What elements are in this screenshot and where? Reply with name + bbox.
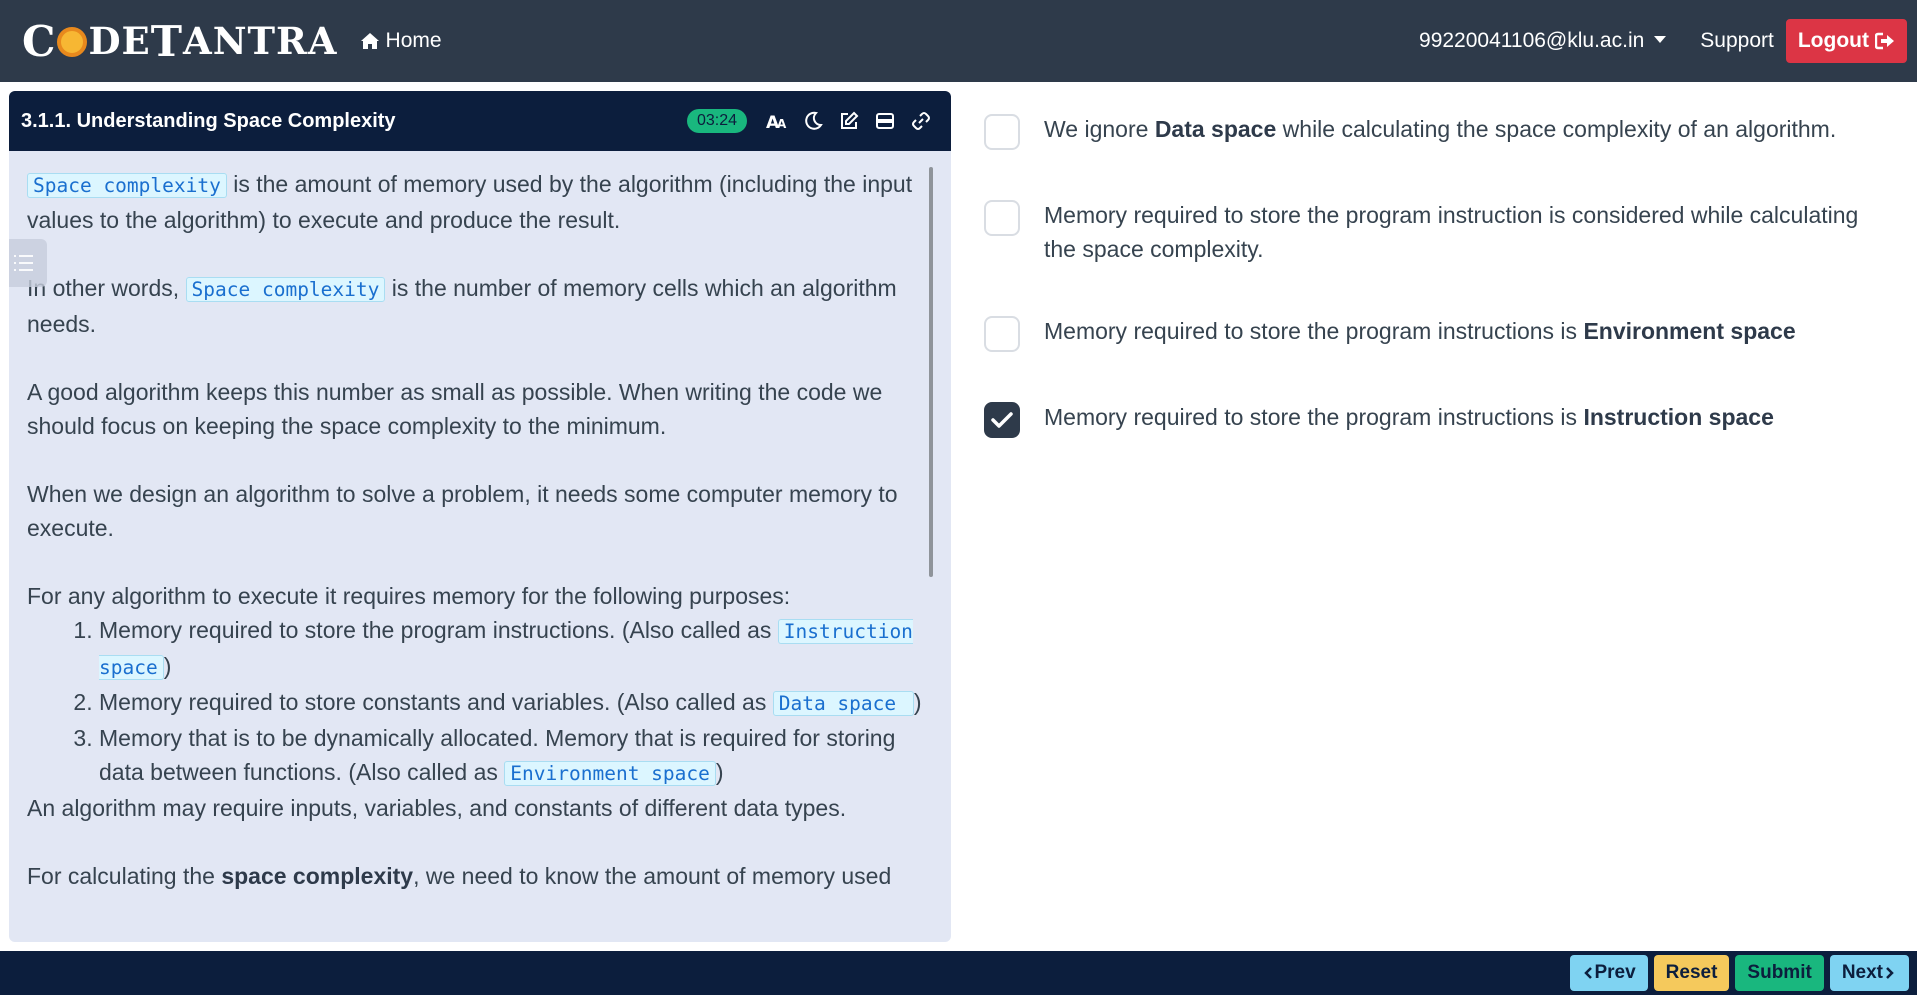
option-text[interactable]: Memory required to store the program ins… <box>1044 400 1774 434</box>
option-checkbox-checked[interactable] <box>984 402 1020 438</box>
lesson-title: 3.1.1. Understanding Space Complexity <box>21 109 396 132</box>
logo-letter-c: C <box>22 16 57 66</box>
paragraph-calculating: For calculating the space complexity, we… <box>27 859 929 893</box>
purposes-list: Memory required to store the program ins… <box>99 613 929 791</box>
sign-out-icon <box>1875 32 1894 50</box>
reset-button[interactable]: Reset <box>1653 955 1730 991</box>
chevron-right-icon <box>1886 967 1894 979</box>
font-size-icon[interactable]: AA <box>759 106 795 136</box>
paragraph-text: In other words, <box>27 275 186 301</box>
logout-label: Logout <box>1797 29 1869 52</box>
chevron-left-icon <box>1584 967 1593 979</box>
home-label: Home <box>385 29 442 52</box>
submit-button[interactable]: Submit <box>1735 955 1824 991</box>
list-item: Memory required to store the program ins… <box>99 613 929 685</box>
option-4[interactable]: Memory required to store the program ins… <box>984 400 1884 438</box>
logout-button[interactable]: Logout <box>1785 19 1907 63</box>
option-3[interactable]: Memory required to store the program ins… <box>984 314 1884 352</box>
inline-code: Environment space <box>504 761 716 786</box>
prev-button[interactable]: Prev <box>1570 955 1648 991</box>
layout-icon[interactable] <box>867 106 903 136</box>
edit-icon[interactable] <box>831 106 867 136</box>
top-navbar: C DE T ANTRA Home 99220041106@klu.ac.in Sup… <box>0 0 1917 82</box>
paragraph-text: , we need to know the amount of memory u… <box>413 863 892 889</box>
bold-term: space complexity <box>221 863 414 889</box>
next-button[interactable]: Next <box>1829 955 1909 991</box>
option-1[interactable]: We ignore Data space while calculating t… <box>984 112 1884 150</box>
sun-icon <box>57 27 88 57</box>
caret-down-icon <box>1654 35 1667 43</box>
option-text[interactable]: We ignore Data space while calculating t… <box>1044 112 1836 146</box>
link-icon[interactable] <box>903 106 939 136</box>
paragraph-purposes: For any algorithm to execute it requires… <box>27 583 791 609</box>
user-menu-dropdown[interactable]: 99220041106@klu.ac.in <box>1419 29 1667 53</box>
paragraph-good-algorithm: A good algorithm keeps this number as sm… <box>27 379 883 439</box>
user-email: 99220041106@klu.ac.in <box>1419 29 1645 52</box>
footer-bar: Prev Reset Submit Next <box>0 951 1917 995</box>
option-text[interactable]: Memory required to store the program ins… <box>1044 314 1796 348</box>
list-item-text: Memory required to store constants and v… <box>99 689 773 715</box>
svg-text:A: A <box>777 117 787 131</box>
logo-letters-antra: ANTRA <box>183 19 338 63</box>
content-scrollbar[interactable] <box>929 167 933 577</box>
checkmark-icon <box>991 412 1013 428</box>
list-item-text: Memory that is to be dynamically allocat… <box>99 725 896 785</box>
prev-label: Prev <box>1594 962 1636 983</box>
option-2[interactable]: Memory required to store the program ins… <box>984 198 1884 266</box>
logo-letters-de: DE <box>88 19 151 63</box>
option-checkbox[interactable] <box>984 316 1020 352</box>
inline-code: Space complexity <box>185 277 386 302</box>
toc-list-icon[interactable] <box>9 239 47 287</box>
paragraph-definition: Space complexity is the amount of memory… <box>27 167 929 237</box>
lesson-panel: 3.1.1. Understanding Space Complexity 03… <box>9 91 951 942</box>
option-text[interactable]: Memory required to store the program ins… <box>1044 198 1884 266</box>
list-item-text: ) <box>715 759 724 785</box>
paragraph-other-words: In other words, Space complexity is the … <box>27 271 929 341</box>
list-item-text: ) <box>163 653 172 679</box>
list-item: Memory that is to be dynamically allocat… <box>99 721 929 791</box>
home-icon <box>360 33 379 49</box>
paragraph-text: For calculating the <box>27 863 222 889</box>
dark-mode-icon[interactable] <box>795 106 831 136</box>
codetantra-logo[interactable]: C DE T ANTRA <box>22 17 338 66</box>
timer-badge: 03:24 <box>686 109 747 133</box>
option-checkbox[interactable] <box>984 114 1020 150</box>
logo-letter-t: T <box>150 16 183 66</box>
support-link[interactable]: Support <box>1700 29 1774 53</box>
paragraph-data-types: An algorithm may require inputs, variabl… <box>27 795 847 821</box>
lesson-header: 3.1.1. Understanding Space Complexity 03… <box>9 91 951 151</box>
list-item: Memory required to store constants and v… <box>99 685 929 721</box>
next-label: Next <box>1841 962 1883 983</box>
list-item-text: ) <box>913 689 922 715</box>
option-checkbox[interactable] <box>984 200 1020 236</box>
home-link[interactable]: Home <box>360 29 442 53</box>
lesson-content[interactable]: Space complexity is the amount of memory… <box>9 151 951 942</box>
inline-code: Data space <box>772 691 914 716</box>
list-item-text: Memory required to store the program ins… <box>99 617 778 643</box>
answer-options: We ignore Data space while calculating t… <box>984 112 1884 486</box>
inline-code: Space complexity <box>27 173 227 198</box>
paragraph-design: When we design an algorithm to solve a p… <box>27 481 898 541</box>
